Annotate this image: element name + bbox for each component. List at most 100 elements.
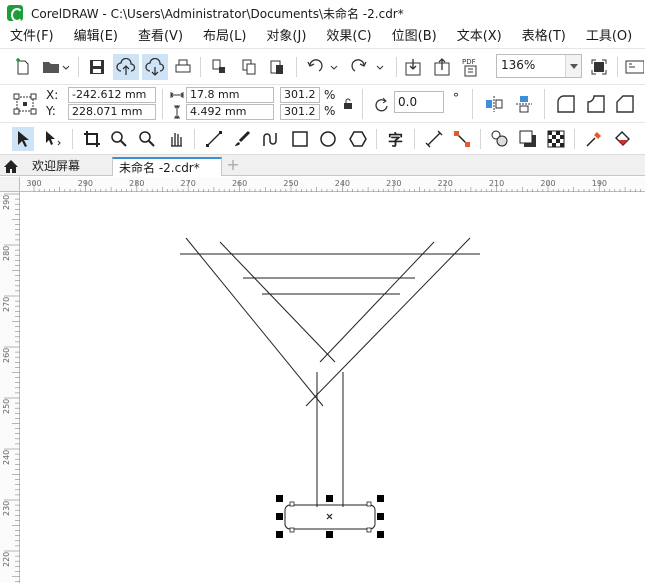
vertical-ruler[interactable]: 290 280 270 260 250 240 230 220	[0, 192, 20, 583]
options-icon[interactable]	[623, 56, 645, 78]
menu-text[interactable]: 文本(X)	[447, 26, 512, 48]
paste-icon[interactable]	[266, 56, 288, 78]
rotation-icon	[372, 95, 392, 115]
print-icon[interactable]	[172, 56, 194, 78]
copy-icon[interactable]	[238, 56, 260, 78]
add-tab-button[interactable]: +	[224, 157, 242, 175]
ruler-left-label: 290	[2, 195, 11, 210]
artistic-media-icon[interactable]	[230, 127, 254, 151]
home-icon[interactable]	[2, 157, 20, 175]
menu-layout[interactable]: 布局(L)	[193, 26, 256, 48]
x-position-field[interactable]: -242.612 mm	[68, 87, 156, 103]
width-icon	[170, 89, 184, 101]
y-label: Y:	[46, 104, 56, 118]
drawing-svg	[180, 237, 480, 538]
mirror-horizontal-icon[interactable]	[482, 93, 506, 115]
export-icon[interactable]	[431, 56, 453, 78]
drawing-canvas[interactable]	[20, 192, 645, 583]
title-bar: CorelDRAW - C:\Users\Administrator\Docum…	[0, 0, 645, 26]
shape-tool-icon[interactable]	[40, 127, 66, 151]
document-tab-bar: 欢迎屏幕 未命名 -2.cdr* +	[0, 154, 645, 176]
reference-point-icon[interactable]	[12, 92, 38, 116]
x-label: X:	[46, 88, 59, 102]
ellipse-tool-icon[interactable]	[316, 127, 340, 151]
cloud-upload-icon[interactable]	[113, 54, 139, 80]
save-icon[interactable]	[86, 56, 108, 78]
chevron-down-icon[interactable]	[565, 55, 581, 77]
redo-icon[interactable]	[350, 56, 388, 78]
menu-file[interactable]: 文件(F)	[0, 26, 64, 48]
lock-ratio-icon[interactable]	[342, 97, 354, 111]
toolbox: 字	[0, 122, 645, 154]
connector-tool-icon[interactable]	[450, 127, 474, 151]
menu-table[interactable]: 表格(T)	[512, 26, 576, 48]
rotation-field[interactable]: 0.0	[394, 91, 444, 113]
new-document-icon[interactable]	[12, 56, 34, 78]
scale-x-field[interactable]: 301.2	[280, 87, 320, 103]
left-outer-line	[185, 237, 324, 407]
menu-edit[interactable]: 编辑(E)	[64, 26, 128, 48]
horizontal-ruler[interactable]: 300 290 280 270 260 250 240 230 220 210 200 190	[20, 177, 645, 192]
scalloped-corner-icon[interactable]	[584, 93, 608, 115]
freehand-tool-icon[interactable]	[202, 127, 226, 151]
ruler-left-label: 230	[2, 501, 11, 516]
import-icon[interactable]	[402, 56, 424, 78]
smart-drawing-icon[interactable]	[258, 127, 282, 151]
ruler-left-label: 280	[2, 246, 11, 261]
cut-icon[interactable]	[208, 56, 230, 78]
full-screen-icon[interactable]	[588, 56, 610, 78]
rectangle-tool-icon[interactable]	[288, 127, 312, 151]
drop-shadow-icon[interactable]	[516, 127, 540, 151]
open-icon[interactable]	[40, 56, 70, 78]
scale-y-unit: %	[324, 104, 336, 118]
property-bar: X: -242.612 mm Y: 228.071 mm 17.8 mm 4.4…	[0, 84, 645, 122]
mirror-vertical-icon[interactable]	[512, 93, 536, 115]
width-field[interactable]: 17.8 mm	[186, 87, 274, 103]
menu-effects[interactable]: 效果(C)	[316, 26, 381, 48]
menu-view[interactable]: 查看(V)	[128, 26, 193, 48]
text-tool-icon[interactable]: 字	[384, 127, 408, 151]
cloud-download-icon[interactable]	[142, 54, 168, 80]
ruler-corner[interactable]	[0, 177, 20, 192]
zoom-tool-alt-icon[interactable]	[136, 127, 158, 151]
window-title: CorelDRAW - C:\Users\Administrator\Docum…	[31, 6, 404, 21]
menu-object[interactable]: 对象(J)	[256, 26, 316, 48]
scale-x-unit: %	[324, 88, 336, 102]
right-inner-line	[319, 241, 435, 363]
height-icon	[170, 105, 184, 119]
parallel-dimension-icon[interactable]	[422, 127, 446, 151]
tab-document[interactable]: 未命名 -2.cdr*	[112, 157, 222, 176]
zoom-tool-icon[interactable]	[108, 127, 130, 151]
pan-tool-icon[interactable]	[164, 127, 188, 151]
polygon-tool-icon[interactable]	[346, 127, 370, 151]
eyedropper-icon[interactable]	[582, 127, 606, 151]
ruler-left-label: 250	[2, 399, 11, 414]
crop-tool-icon[interactable]	[80, 127, 104, 151]
blend-tool-icon[interactable]	[488, 127, 512, 151]
right-outer-line	[305, 237, 471, 407]
round-corner-icon[interactable]	[554, 93, 578, 115]
undo-icon[interactable]	[304, 56, 342, 78]
ruler-left-label: 260	[2, 348, 11, 363]
zoom-level-value: 136%	[501, 58, 536, 72]
height-field[interactable]: 4.492 mm	[186, 104, 274, 120]
chamfered-corner-icon[interactable]	[613, 93, 637, 115]
coreldraw-window: CorelDRAW - C:\Users\Administrator\Docum…	[0, 0, 645, 583]
transparency-icon[interactable]	[544, 127, 568, 151]
pick-tool-icon[interactable]	[12, 127, 34, 151]
svg-text:PDF: PDF	[462, 58, 476, 66]
ruler-left-label: 220	[2, 552, 11, 567]
fill-icon[interactable]	[610, 127, 634, 151]
menu-bitmaps[interactable]: 位图(B)	[382, 26, 447, 48]
ruler-left-label: 240	[2, 450, 11, 465]
svg-text:字: 字	[388, 131, 403, 148]
center-marker-icon	[326, 513, 333, 520]
tab-welcome-screen[interactable]: 欢迎屏幕	[26, 157, 108, 176]
publish-pdf-icon[interactable]: PDF	[460, 55, 482, 79]
menu-tools[interactable]: 工具(O)	[576, 26, 642, 48]
standard-toolbar: PDF 136%	[0, 48, 645, 84]
zoom-level-combo[interactable]: 136%	[496, 54, 582, 78]
scale-y-field[interactable]: 301.2	[280, 104, 320, 120]
y-position-field[interactable]: 228.071 mm	[68, 104, 156, 120]
coreldraw-logo-icon	[7, 5, 23, 22]
